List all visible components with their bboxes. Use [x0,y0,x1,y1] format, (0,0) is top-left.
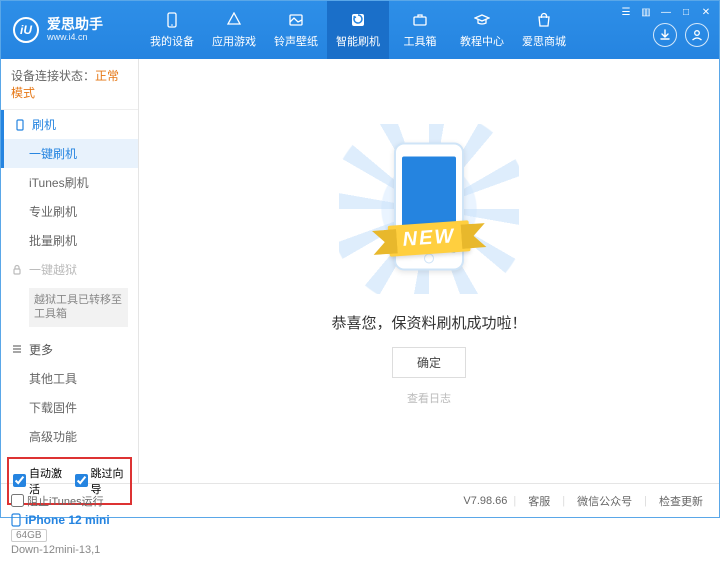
separator: | [513,495,516,507]
sidebar-jailbreak-header: 一键越狱 [1,255,138,284]
nav-label: 教程中心 [460,33,504,49]
phone-icon [163,11,181,29]
checkbox-input[interactable] [75,474,88,487]
nav-toolbox[interactable]: 工具箱 [389,1,451,59]
download-manager-button[interactable] [653,23,677,47]
sidebar: 设备连接状态：正常模式 刷机 一键刷机 iTunes刷机 专业刷机 批量刷机 一… [1,59,139,483]
nav-ringtone-wallpaper[interactable]: 铃声壁纸 [265,1,327,59]
connection-status: 设备连接状态：正常模式 [1,59,138,110]
jailbreak-moved-note: 越狱工具已转移至工具箱 [29,288,128,327]
wallpaper-icon [287,11,305,29]
version-label: V7.98.66 [463,495,507,507]
lock-icon [11,264,23,276]
flash-icon [349,11,367,29]
brand-text: 爱思助手 www.i4.cn [47,17,103,42]
nav-tutorials[interactable]: 教程中心 [451,1,513,59]
checkbox-label: 阻止iTunes运行 [27,493,104,509]
nav-label: 我的设备 [150,33,194,49]
sidebar-item-other-tools[interactable]: 其他工具 [1,364,138,393]
device-storage-badge: 64GB [11,529,47,542]
sidebar-item-pro-flash[interactable]: 专业刷机 [1,197,138,226]
ok-button[interactable]: 确定 [392,347,466,378]
title-bar: iU 爱思助手 www.i4.cn 我的设备 应用游戏 铃声壁纸 智能刷机 [1,1,719,59]
phone-icon [14,119,26,131]
window-controls: ☰ ▥ — □ ✕ [619,5,713,19]
brand: iU 爱思助手 www.i4.cn [1,17,141,43]
main-content: NEW 恭喜您，保资料刷机成功啦！ 确定 查看日志 [139,59,719,483]
user-icon [690,28,704,42]
success-illustration: NEW [339,124,519,294]
success-message: 恭喜您，保资料刷机成功啦！ [331,312,526,333]
phone-icon [11,513,21,527]
brand-logo-icon: iU [13,17,39,43]
sidebar-item-download-firmware[interactable]: 下载固件 [1,393,138,422]
store-icon [535,11,553,29]
sidebar-more-header[interactable]: 更多 [1,335,138,364]
toolbox-icon [411,11,429,29]
download-icon [658,28,672,42]
app-window: iU 爱思助手 www.i4.cn 我的设备 应用游戏 铃声壁纸 智能刷机 [0,0,720,518]
connected-device[interactable]: iPhone 12 mini 64GB Down-12mini-13,1 [1,507,138,562]
view-log-link[interactable]: 查看日志 [407,390,451,406]
nav-my-device[interactable]: 我的设备 [141,1,203,59]
sidebar-header-label: 刷机 [32,116,56,133]
device-name: iPhone 12 mini [11,513,128,527]
brand-url: www.i4.cn [47,33,103,43]
maximize-button[interactable]: □ [679,5,693,19]
menu-button[interactable]: ☰ [619,5,633,19]
minimize-button[interactable]: — [659,5,673,19]
separator: | [562,495,565,507]
top-right-circles [653,23,709,47]
nav-smart-flash[interactable]: 智能刷机 [327,1,389,59]
support-link[interactable]: 客服 [528,493,550,509]
nav-label: 铃声壁纸 [274,33,318,49]
nav-store[interactable]: 爱思商城 [513,1,575,59]
skin-button[interactable]: ▥ [639,5,653,19]
sidebar-item-advanced[interactable]: 高级功能 [1,422,138,451]
new-ribbon: NEW [388,220,471,257]
checkbox-input[interactable] [13,474,26,487]
brand-name: 爱思助手 [47,17,103,32]
checkbox-input[interactable] [11,494,24,507]
sidebar-item-itunes-flash[interactable]: iTunes刷机 [1,168,138,197]
close-button[interactable]: ✕ [699,5,713,19]
nav-label: 爱思商城 [522,33,566,49]
sidebar-jailbreak-label: 一键越狱 [29,261,77,278]
wechat-link[interactable]: 微信公众号 [577,493,632,509]
account-button[interactable] [685,23,709,47]
nav-label: 智能刷机 [336,33,380,49]
sidebar-flash-header[interactable]: 刷机 [1,110,138,139]
device-name-text: iPhone 12 mini [25,513,110,527]
sidebar-item-batch-flash[interactable]: 批量刷机 [1,226,138,255]
check-update-link[interactable]: 检查更新 [659,493,703,509]
nav-label: 工具箱 [404,33,437,49]
nav-apps-games[interactable]: 应用游戏 [203,1,265,59]
device-model: Down-12mini-13,1 [11,544,128,556]
body: 设备连接状态：正常模式 刷机 一键刷机 iTunes刷机 专业刷机 批量刷机 一… [1,59,719,483]
checkbox-block-itunes[interactable]: 阻止iTunes运行 [11,493,104,509]
separator: | [644,495,647,507]
apps-icon [225,11,243,29]
graduation-icon [473,11,491,29]
nav-label: 应用游戏 [212,33,256,49]
sidebar-item-oneclick-flash[interactable]: 一键刷机 [1,139,138,168]
connection-status-label: 设备连接状态： [11,69,95,83]
sidebar-header-label: 更多 [29,341,53,358]
list-icon [11,343,23,355]
